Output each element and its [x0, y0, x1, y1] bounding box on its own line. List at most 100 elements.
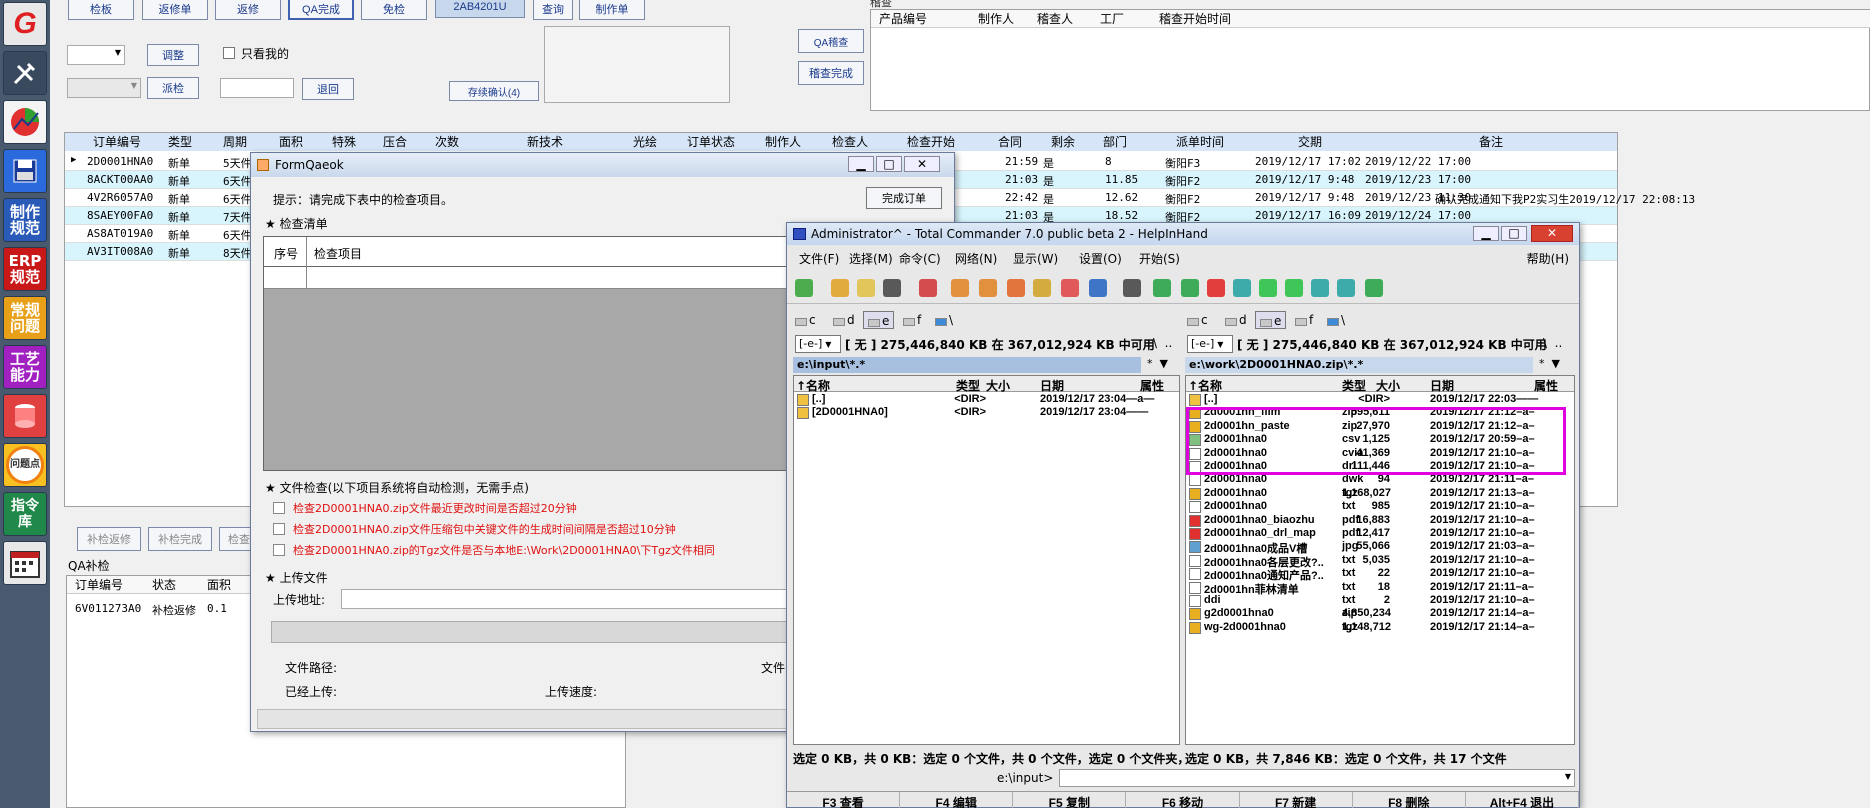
qa-complete-button[interactable]: QA完成 [288, 0, 354, 20]
table-cell[interactable]: 0.1 [207, 602, 227, 615]
menu-item[interactable]: 文件(F) [799, 249, 839, 269]
check-checkbox[interactable] [273, 523, 285, 535]
sidebar-item-craft-capability[interactable]: 工艺能力 [3, 345, 47, 389]
toolbar-icon[interactable] [1033, 279, 1051, 297]
col-date[interactable]: 日期 [1430, 377, 1454, 394]
toolbar-icon[interactable] [1089, 279, 1107, 297]
toolbar-icon[interactable] [1311, 279, 1329, 297]
filter-dropdown[interactable]: ▼ [67, 45, 125, 65]
table-cell[interactable]: 8SAEY00FA0 [87, 209, 153, 222]
fkey-button[interactable]: F5 复制 [1013, 792, 1127, 808]
reinspect-rework-button[interactable]: 补检返修 [77, 527, 141, 551]
drive-button-network[interactable]: \ [935, 311, 953, 329]
toolbar-icon[interactable] [831, 279, 849, 297]
fkey-button[interactable]: F6 移动 [1126, 792, 1240, 808]
sidebar-item-erp-spec[interactable]: ERP规范 [3, 247, 47, 291]
drive-button-e[interactable]: e [1255, 311, 1287, 329]
table-cell[interactable]: 2019/12/17 16:09 [1255, 209, 1361, 222]
sidebar-item-common-issues[interactable]: 常规问题 [3, 296, 47, 340]
rework-button[interactable]: 返修 [215, 0, 281, 20]
qa-audit-button[interactable]: QA稽查 [798, 29, 864, 53]
table-cell[interactable]: 7天件 [223, 209, 252, 225]
toolbar-icon[interactable] [1153, 279, 1171, 297]
check-checkbox[interactable] [273, 544, 285, 556]
job-code-field[interactable]: 2AB4201U [435, 0, 525, 18]
command-line-input[interactable]: ▼ [1059, 769, 1575, 787]
table-cell[interactable]: 新单 [168, 245, 190, 261]
table-cell[interactable]: 8天件 [223, 245, 252, 261]
toolbar-icon[interactable] [1365, 279, 1383, 297]
toolbar-icon[interactable] [1007, 279, 1025, 297]
right-path[interactable]: e:\work\2D0001HNA0.zip\*.* [1185, 357, 1533, 373]
chart-icon[interactable] [3, 100, 47, 144]
minimize-icon[interactable]: ▁ [848, 156, 874, 172]
table-cell[interactable]: 4V2R6057A0 [87, 191, 153, 204]
toolbar-icon[interactable] [1207, 279, 1225, 297]
return-input[interactable] [220, 78, 294, 98]
audit-done-button[interactable]: 稽查完成 [798, 61, 864, 85]
file-row[interactable]: [2D0001HNA0] <DIR> 2019/12/17 23:04—— [794, 406, 1179, 422]
table-cell[interactable]: 2D0001HNA0 [87, 155, 153, 168]
col-attr[interactable]: 属性 [1140, 377, 1164, 394]
rework-order-button[interactable]: 返修单 [142, 0, 208, 20]
drive-button-c[interactable]: c [795, 311, 816, 329]
toolbar-icon[interactable] [1123, 279, 1141, 297]
table-cell[interactable]: 18.52 [1105, 209, 1138, 222]
table-cell[interactable]: 2019/12/23 17:00 [1365, 173, 1471, 186]
table-cell[interactable]: 衡阳F2 [1165, 173, 1200, 189]
table-cell[interactable]: 11.85 [1105, 173, 1138, 186]
col-attr[interactable]: 属性 [1534, 377, 1558, 394]
left-drive-select[interactable]: [-e-] ▼ [795, 335, 841, 353]
adjust-button[interactable]: 调整 [147, 44, 199, 66]
exempt-button[interactable]: 免检 [361, 0, 427, 20]
left-path[interactable]: e:\input\*.* [793, 357, 1141, 373]
table-cell[interactable]: 21:03 [1005, 209, 1038, 222]
drive-button-d[interactable]: d [1225, 311, 1247, 329]
drive-button-d[interactable]: d [833, 311, 855, 329]
col-size[interactable]: 大小 [1376, 377, 1400, 394]
toolbar-icon[interactable] [979, 279, 997, 297]
drive-button-c[interactable]: c [1187, 311, 1208, 329]
toolbar-icon[interactable] [883, 279, 901, 297]
fkey-button[interactable]: F4 编辑 [900, 792, 1014, 808]
drive-button-f[interactable]: f [903, 311, 921, 329]
fkey-button[interactable]: F8 删除 [1353, 792, 1466, 808]
menu-item[interactable]: 开始(S) [1139, 249, 1180, 269]
drive-button-e[interactable]: e [863, 311, 895, 329]
assign-button[interactable]: 派检 [147, 77, 199, 99]
table-cell[interactable]: 5天件 [223, 155, 252, 171]
table-cell[interactable]: AS8AT019A0 [87, 227, 153, 240]
table-cell[interactable]: 衡阳F3 [1165, 155, 1200, 171]
table-cell[interactable]: 21:59 [1005, 155, 1038, 168]
table-cell[interactable]: 6天件 [223, 191, 252, 207]
table-cell[interactable]: 8ACKT00AA0 [87, 173, 153, 186]
col-name[interactable]: ↑名称 [796, 377, 830, 394]
right-root-button[interactable]: \ .. [1543, 336, 1562, 350]
left-path-menu[interactable]: * ▼ [1147, 357, 1168, 370]
col-type[interactable]: 类型 [956, 377, 980, 394]
query-button[interactable]: 查询 [533, 0, 573, 20]
app-logo-icon[interactable]: G [3, 2, 47, 46]
make-order-button[interactable]: 制作单 [579, 0, 645, 20]
table-cell[interactable]: 衡阳F2 [1165, 191, 1200, 207]
menu-item[interactable]: 命令(C) [899, 249, 941, 269]
minimize-icon[interactable]: ▁ [1473, 226, 1499, 241]
table-cell[interactable]: 新单 [168, 173, 190, 189]
col-type[interactable]: 类型 [1342, 377, 1366, 394]
table-cell[interactable]: 是 [1043, 191, 1054, 207]
reinspect-done-button[interactable]: 补检完成 [148, 527, 212, 551]
col-date[interactable]: 日期 [1040, 377, 1064, 394]
drive-button-f[interactable]: f [1295, 311, 1313, 329]
table-cell[interactable]: 21:03 [1005, 173, 1038, 186]
save-icon[interactable] [3, 149, 47, 193]
table-cell[interactable]: 6天件 [223, 173, 252, 189]
only-mine-checkbox[interactable] [223, 47, 235, 59]
maximize-icon[interactable]: □ [876, 156, 902, 172]
table-cell[interactable]: 22:42 [1005, 191, 1038, 204]
maximize-icon[interactable]: □ [1501, 226, 1527, 241]
table-cell[interactable]: 2019/12/17 17:02 [1255, 155, 1361, 168]
table-cell[interactable]: 6V011273A0 [75, 602, 141, 615]
table-cell[interactable]: 新单 [168, 227, 190, 243]
menu-help[interactable]: 帮助(H) [1527, 249, 1569, 269]
return-button[interactable]: 退回 [302, 78, 354, 100]
